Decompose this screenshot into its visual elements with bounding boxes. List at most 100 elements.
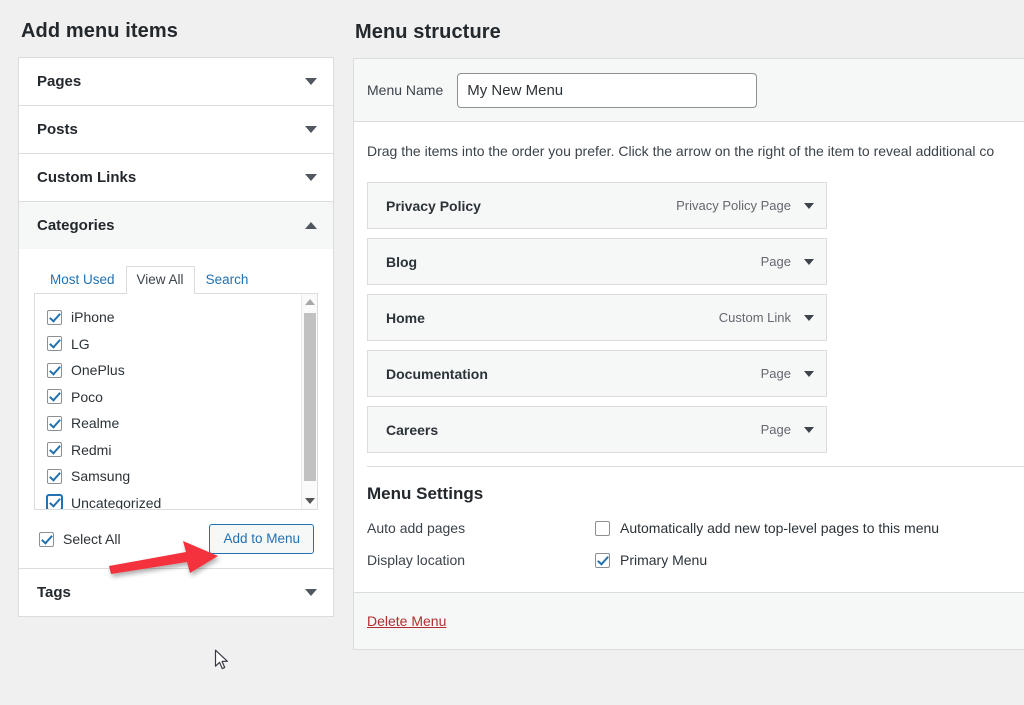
- chevron-down-icon[interactable]: [804, 314, 814, 321]
- list-item-label: Poco: [71, 388, 103, 405]
- chevron-down-icon[interactable]: [305, 126, 317, 133]
- list-item-label: Uncategorized: [71, 494, 162, 510]
- add-to-menu-button[interactable]: Add to Menu: [209, 524, 314, 554]
- accordion-header-categories[interactable]: Categories: [19, 202, 333, 249]
- list-item[interactable]: Redmi: [47, 437, 317, 464]
- accordion-label-tags: Tags: [37, 584, 71, 601]
- checkbox-uncategorized[interactable]: [47, 495, 62, 509]
- delete-menu-bar: Delete Menu: [354, 592, 1024, 649]
- tab-most-used[interactable]: Most Used: [39, 266, 126, 294]
- list-item[interactable]: Samsung: [47, 463, 317, 490]
- list-item-label: Realme: [71, 415, 120, 432]
- menu-name-input[interactable]: [457, 72, 758, 108]
- categories-tabs: Most Used View All Search: [34, 263, 318, 294]
- checkbox-primary-menu[interactable]: [595, 552, 610, 568]
- menu-item-title: Privacy Policy: [386, 197, 481, 214]
- menu-name-bar: Menu Name: [354, 59, 1024, 122]
- checkbox-iphone[interactable]: [47, 309, 62, 325]
- scrollbar-thumb[interactable]: [304, 313, 316, 481]
- select-all-group[interactable]: Select All: [39, 531, 121, 547]
- accordion-section-custom-links: Custom Links: [19, 154, 333, 202]
- tab-search[interactable]: Search: [195, 266, 260, 294]
- chevron-down-icon[interactable]: [804, 426, 814, 433]
- auto-add-pages-control[interactable]: Automatically add new top-level pages to…: [595, 520, 939, 536]
- list-item[interactable]: LG: [47, 331, 317, 358]
- list-item-label: iPhone: [71, 309, 115, 326]
- menu-item-row[interactable]: Documentation Page: [367, 350, 827, 397]
- checkbox-auto-add-pages[interactable]: [595, 520, 610, 536]
- menu-item-meta: Custom Link: [719, 310, 814, 325]
- accordion-section-posts: Posts: [19, 106, 333, 154]
- chevron-down-icon[interactable]: [305, 589, 317, 596]
- setting-row-display-location: Display location Primary Menu: [354, 552, 1024, 568]
- menu-item-row[interactable]: Careers Page: [367, 406, 827, 453]
- display-location-label: Display location: [367, 552, 466, 568]
- list-item[interactable]: Poco: [47, 384, 317, 411]
- menu-item-type: Page: [760, 366, 791, 381]
- page-title-add-menu-items: Add menu items: [21, 20, 178, 42]
- page-title-menu-structure: Menu structure: [355, 21, 501, 43]
- list-item[interactable]: OnePlus: [47, 357, 317, 384]
- primary-menu-label: Primary Menu: [620, 552, 708, 568]
- menu-structure-box: Menu Name Drag the items into the order …: [353, 58, 1024, 650]
- chevron-down-icon[interactable]: [305, 174, 317, 181]
- accordion-header-custom-links[interactable]: Custom Links: [19, 154, 333, 201]
- checkbox-poco[interactable]: [47, 389, 62, 405]
- accordion-header-tags[interactable]: Tags: [19, 569, 333, 616]
- menu-item-title: Home: [386, 309, 425, 326]
- accordion-label-pages: Pages: [37, 73, 82, 90]
- accordion-header-pages[interactable]: Pages: [19, 58, 333, 105]
- add-menu-items-accordion: Pages Posts Custom Links Categories Most…: [18, 57, 334, 617]
- chevron-up-icon[interactable]: [305, 222, 317, 229]
- menu-item-meta: Page: [761, 366, 814, 381]
- tab-view-all[interactable]: View All: [125, 266, 195, 294]
- menu-item-type: Page: [760, 254, 791, 269]
- menu-item-row[interactable]: Home Custom Link: [367, 294, 827, 341]
- menu-name-label: Menu Name: [367, 82, 444, 98]
- menu-item-title: Careers: [386, 421, 439, 438]
- categories-panel-body: Most Used View All Search iPhone LG OneP…: [19, 263, 333, 568]
- chevron-down-icon[interactable]: [804, 202, 814, 209]
- menu-item-meta: Privacy Policy Page: [676, 198, 814, 213]
- menu-item-type: Privacy Policy Page: [676, 198, 791, 213]
- setting-row-auto-add-pages: Auto add pages Automatically add new top…: [354, 520, 1024, 536]
- checkbox-redmi[interactable]: [47, 442, 62, 458]
- categories-list-scrollbar[interactable]: [301, 294, 317, 509]
- checkbox-oneplus[interactable]: [47, 362, 62, 378]
- drag-instructions-text: Drag the items into the order you prefer…: [367, 143, 995, 159]
- list-item-label: OnePlus: [71, 362, 125, 379]
- checkbox-samsung[interactable]: [47, 468, 62, 484]
- accordion-header-posts[interactable]: Posts: [19, 106, 333, 153]
- menu-item-row[interactable]: Blog Page: [367, 238, 827, 285]
- menu-item-row[interactable]: Privacy Policy Privacy Policy Page: [367, 182, 827, 229]
- chevron-down-icon[interactable]: [305, 78, 317, 85]
- auto-add-pages-checkbox-label: Automatically add new top-level pages to…: [620, 520, 940, 536]
- scroll-up-arrow-icon[interactable]: [302, 294, 317, 310]
- display-location-control[interactable]: Primary Menu: [595, 552, 707, 568]
- auto-add-pages-label: Auto add pages: [367, 520, 466, 536]
- menu-item-title: Blog: [386, 253, 418, 270]
- list-item-label: Samsung: [71, 468, 131, 485]
- scroll-down-arrow-icon[interactable]: [302, 493, 317, 509]
- chevron-down-icon[interactable]: [804, 370, 814, 377]
- checkbox-lg[interactable]: [47, 336, 62, 352]
- menu-structure-panel: Menu structure Menu Name Drag the items …: [353, 0, 1024, 650]
- list-item-label: LG: [71, 335, 90, 352]
- chevron-down-icon[interactable]: [804, 258, 814, 265]
- list-item[interactable]: Realme: [47, 410, 317, 437]
- list-item[interactable]: iPhone: [47, 304, 317, 331]
- menu-items-list: Privacy Policy Privacy Policy Page Blog …: [354, 161, 1024, 453]
- list-item[interactable]: Uncategorized: [47, 490, 317, 510]
- menu-item-type: Page: [760, 422, 791, 437]
- list-item-label: Redmi: [71, 441, 112, 458]
- checkbox-select-all[interactable]: [39, 531, 54, 547]
- accordion-label-custom-links: Custom Links: [37, 169, 137, 186]
- accordion-section-categories: Categories Most Used View All Search iPh…: [19, 202, 333, 569]
- mouse-cursor: [214, 649, 228, 670]
- delete-menu-link[interactable]: Delete Menu: [367, 613, 446, 629]
- menu-settings-heading: Menu Settings: [367, 484, 484, 503]
- accordion-label-categories: Categories: [37, 217, 115, 234]
- categories-list: iPhone LG OnePlus Poco Realme Redmi Sams…: [35, 294, 317, 510]
- menu-item-type: Custom Link: [718, 310, 791, 325]
- checkbox-realme[interactable]: [47, 415, 62, 431]
